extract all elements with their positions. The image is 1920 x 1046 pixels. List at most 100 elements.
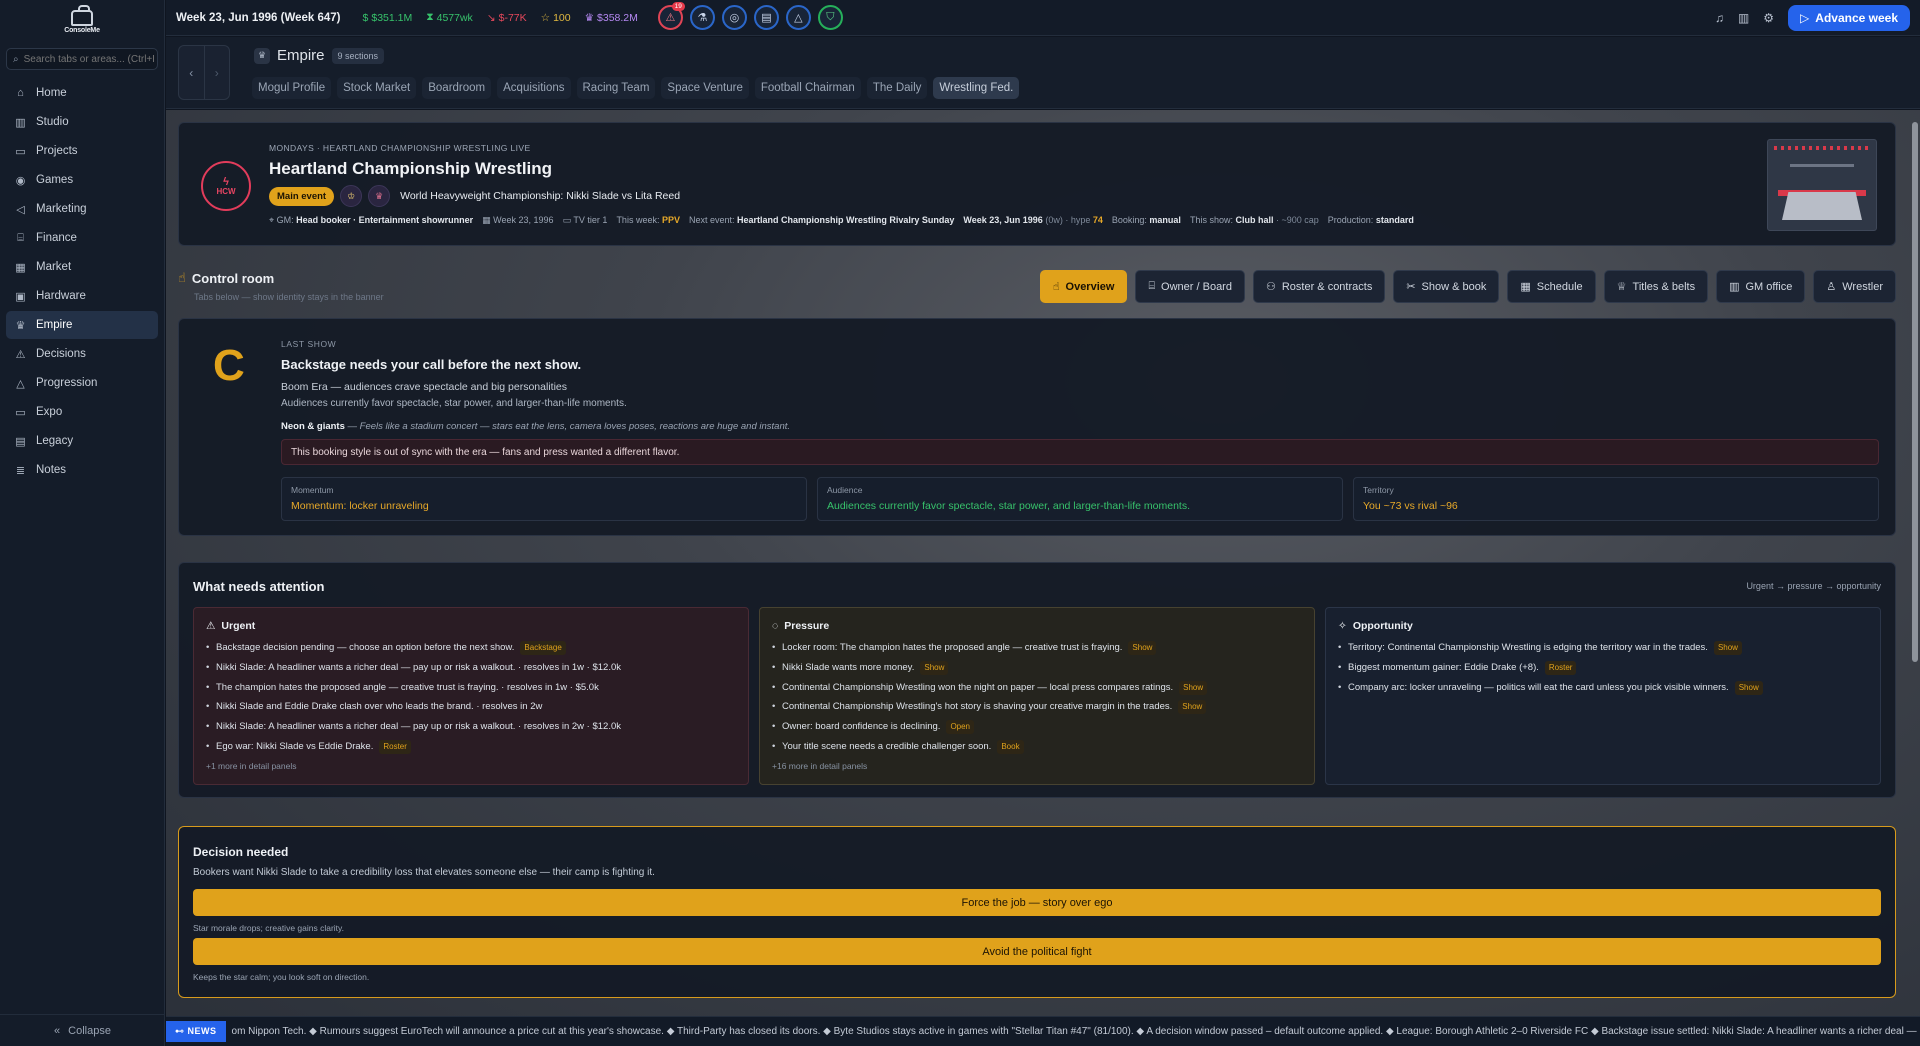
item-link-tag[interactable]: Roster [379, 739, 411, 754]
back-button[interactable]: ‹ [179, 46, 204, 99]
sidebar-item-marketing[interactable]: ◁ Marketing [6, 195, 158, 223]
shield-button[interactable]: ⛉ [817, 5, 843, 30]
stat-value: Audiences currently favor spectacle, sta… [827, 500, 1191, 512]
tab-mogul-profile[interactable]: Mogul Profile [252, 77, 332, 99]
tab-wrestling-fed[interactable]: Wrestling Fed. [933, 77, 1020, 99]
tab-football-chairman[interactable]: Football Chairman [754, 77, 861, 99]
control-tab-owner-board[interactable]: ⌸ Owner / Board [1135, 270, 1245, 303]
research-button[interactable]: ⚗ [689, 5, 715, 30]
item-link-tag[interactable]: Show [920, 660, 949, 675]
item-link-tag[interactable]: Roster [1544, 660, 1577, 675]
item-link-tag[interactable]: Show [1734, 680, 1763, 695]
control-tab-overview[interactable]: ☝ Overview [1039, 270, 1128, 303]
sidebar-item-games[interactable]: ◉ Games [6, 166, 158, 194]
tab-label: GM office [1745, 280, 1793, 293]
list-item: Biggest momentum gainer: Eddie Drake (+8… [1338, 658, 1868, 678]
item-text: Territory: Continental Championship Wres… [1348, 642, 1708, 653]
sidebar-item-expo[interactable]: ▭ Expo [6, 398, 158, 426]
sidebar-item-projects[interactable]: ▭ Projects [6, 137, 158, 165]
news-badge[interactable]: ⊷ NEWS [166, 1021, 226, 1042]
tab-acquisitions[interactable]: Acquisitions [497, 77, 571, 99]
triangle-icon: △ [16, 377, 25, 390]
pressure-more[interactable]: +16 more in detail panels [772, 761, 1302, 771]
forward-button[interactable]: › [203, 46, 230, 99]
control-tab-gm-office[interactable]: ▥ GM office [1716, 270, 1806, 303]
stat-value: Momentum: locker unraveling [291, 500, 429, 512]
urgent-more[interactable]: +1 more in detail panels [206, 761, 736, 771]
sidebar-item-empire[interactable]: ♛ Empire [6, 311, 158, 339]
media-button[interactable]: ◎ [721, 5, 747, 30]
wrestler-avatar[interactable]: ♛ [368, 185, 391, 207]
control-tab-roster-contracts[interactable]: ⚇ Roster & contracts [1252, 270, 1386, 303]
alert-icon: ⚠ [15, 348, 26, 361]
star-icon: ☆ [540, 11, 551, 24]
style-warning: This booking style is out of sync with t… [281, 439, 1879, 465]
tab-the-daily[interactable]: The Daily [866, 77, 928, 99]
sidebar-item-progression[interactable]: △ Progression [6, 369, 158, 397]
tab-icon: ☝ [1052, 281, 1060, 293]
decision-title: Decision needed [193, 845, 289, 859]
show-banner: ϟ HCW MONDAYS · HEARTLAND CHAMPIONSHIP W… [178, 122, 1896, 246]
item-text: The champion hates the proposed angle — … [216, 681, 599, 693]
home-icon: ⌂ [17, 87, 24, 99]
top-bar: Week 23, Jun 1996 (Week 647) $ $351.1M ⧗ 4… [166, 0, 1920, 36]
item-link-tag[interactable]: Show [1128, 641, 1157, 655]
list-item: Locker room: The champion hates the prop… [772, 638, 1302, 658]
decision-option-button[interactable]: Force the job — story over ego [193, 889, 1881, 916]
scrollbar-thumb[interactable] [1912, 122, 1918, 662]
item-link-tag[interactable]: Show [1713, 641, 1742, 655]
tab-boardroom[interactable]: Boardroom [422, 77, 492, 99]
weekly-stat: ⧗ 4577wk [426, 11, 473, 24]
decision-option-button[interactable]: Avoid the political fight [193, 938, 1881, 965]
advance-week-button[interactable]: ▷ Advance week [1788, 4, 1910, 31]
control-tab-wrestler[interactable]: ♙ Wrestler [1813, 270, 1896, 303]
control-tab-schedule[interactable]: ▦ Schedule [1507, 270, 1596, 303]
list-item: Nikki Slade wants more money. Show [772, 658, 1302, 678]
sidebar-item-studio[interactable]: ▥ Studio [6, 108, 158, 136]
search-box[interactable]: ⌕ [6, 48, 158, 70]
wrestler-avatar[interactable]: ♔ [340, 185, 363, 207]
sidebar-item-finance[interactable]: ⌸ Finance [6, 224, 158, 252]
progress-button[interactable]: △ [785, 5, 811, 30]
sidebar-item-home[interactable]: ⌂ Home [6, 79, 158, 107]
tab-space-venture[interactable]: Space Venture [661, 77, 749, 99]
search-input[interactable] [23, 53, 154, 65]
item-link-tag[interactable]: Book [997, 739, 1024, 754]
gamepad-icon: ◉ [15, 174, 26, 187]
sidebar: ConsoleMe ⌕ ⌂ Home ▥ Studio ▭ Projects ◉ Games ◁… [0, 0, 165, 1046]
tab-stock-market[interactable]: Stock Market [337, 77, 417, 99]
sidebar-item-notes[interactable]: ≣ Notes [6, 456, 158, 484]
item-link-tag[interactable]: Show [1179, 680, 1208, 695]
app-logo[interactable]: ConsoleMe [0, 0, 164, 44]
tab-racing-team[interactable]: Racing Team [576, 77, 656, 99]
sidebar-item-market[interactable]: ▦ Market [6, 253, 158, 281]
book-icon[interactable]: ▥ [1738, 11, 1749, 25]
item-link-tag[interactable]: Show [1178, 700, 1207, 715]
collapse-button[interactable]: « Collapse [0, 1014, 165, 1046]
crown-icon: ♛ [254, 47, 270, 64]
alerts-button[interactable]: ⚠ 19 [657, 2, 685, 30]
history-nav: ‹ › [178, 45, 230, 100]
item-link-tag[interactable]: Backstage [520, 641, 566, 655]
sidebar-item-hardware[interactable]: ▣ Hardware [6, 282, 158, 310]
control-tab-titles-belts[interactable]: ♕ Titles & belts [1603, 270, 1709, 303]
tab-icon: ♕ [1616, 281, 1627, 293]
last-show-stats: Momentum Momentum: locker unraveling Audie… [281, 477, 1879, 521]
sidebar-item-decisions[interactable]: ⚠ Decisions [6, 340, 158, 368]
tab-label: Titles & belts [1632, 280, 1696, 293]
sidebar-item-legacy[interactable]: ▤ Legacy [6, 427, 158, 455]
list-item: Your title scene needs a credible challe… [772, 737, 1302, 757]
valuation-stat: ♛ $358.2M [584, 11, 638, 24]
sidebar-item-label: Empire [36, 319, 73, 331]
gear-icon[interactable]: ⚙ [1763, 11, 1774, 25]
scrollbar[interactable] [1912, 122, 1918, 1010]
section-tabs: Mogul Profile Stock Market Boardroom Acquis… [252, 77, 1020, 99]
music-icon[interactable]: ♫ [1715, 11, 1724, 25]
item-link-tag[interactable]: Open [946, 720, 975, 735]
control-tab-show-book[interactable]: ✂ Show & book [1393, 270, 1500, 303]
opportunity-column: ✧Opportunity Territory: Continental Cham… [1325, 607, 1881, 785]
control-room-title: ☝ Control room [178, 270, 275, 286]
tab-label: Show & book [1421, 280, 1487, 293]
list-item: Company arc: locker unraveling — politic… [1338, 678, 1868, 698]
film-button[interactable]: ▤ [753, 5, 779, 30]
